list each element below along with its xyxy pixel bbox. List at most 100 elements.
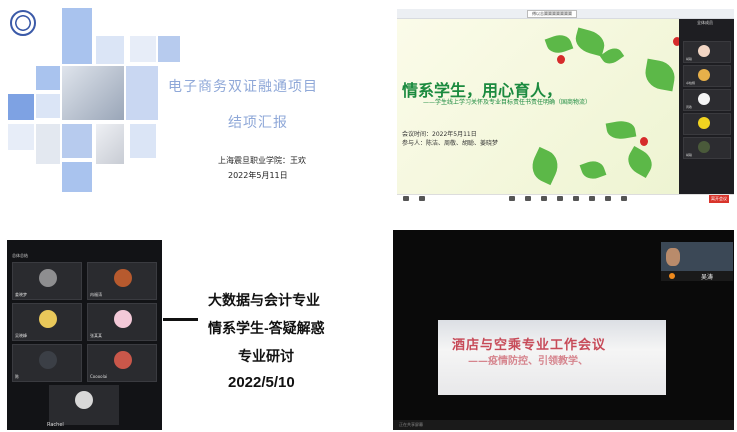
participant-sidebar-header: 全体成员 xyxy=(697,20,713,25)
participant-name: Rachel xyxy=(47,422,64,428)
slide-subtitle: ——疫情防控、引领教学、 xyxy=(468,356,588,367)
meeting-toolbar xyxy=(397,194,734,205)
project-subtitle: 结项汇报 xyxy=(228,115,288,131)
topic-subtitle: 专业研讨 xyxy=(238,348,294,364)
avatar xyxy=(39,351,57,369)
leaf-decoration xyxy=(544,31,574,57)
avatar xyxy=(698,117,710,129)
participant-tile-large[interactable] xyxy=(49,385,119,425)
settings-icon[interactable] xyxy=(621,196,627,201)
title-dash xyxy=(163,318,198,321)
participant-tile[interactable]: Coooolai xyxy=(87,344,157,382)
reactions-icon[interactable] xyxy=(573,196,579,201)
meeting-gallery-view: 总体总结 姜晓梦 冉福涛 吴晓峰 张某某 陈 Coooolai Rachel xyxy=(7,240,162,430)
share-status-text: 正在共享屏幕 xyxy=(399,422,423,427)
laptop-photo xyxy=(62,66,124,120)
avatar xyxy=(698,93,710,105)
avatar xyxy=(698,45,710,57)
participant-tile[interactable]: 周敬 xyxy=(683,89,731,111)
speaker-video xyxy=(666,248,680,266)
camera-icon[interactable] xyxy=(419,196,425,201)
participant-name: 冉福涛 xyxy=(90,292,102,297)
gallery-header: 总体总结 xyxy=(12,253,28,258)
participant-tile[interactable]: 陈 xyxy=(12,344,82,382)
deco-tile xyxy=(130,36,156,62)
share-status-bar xyxy=(393,420,734,430)
participant-tile[interactable]: 吴晓峰 xyxy=(12,303,82,341)
berry-decoration xyxy=(557,55,565,64)
avatar xyxy=(75,391,93,409)
avatar xyxy=(114,269,132,287)
speaker-label: 吴涛 xyxy=(661,271,733,281)
leaf-decoration xyxy=(623,145,657,179)
deco-tile xyxy=(126,66,158,120)
topic-major: 大数据与会计专业 xyxy=(208,292,320,308)
berry-decoration xyxy=(640,137,648,146)
apps-icon[interactable] xyxy=(589,196,595,201)
avatar xyxy=(698,141,710,153)
participant-tile[interactable]: 张某某 xyxy=(87,303,157,341)
participant-name: 胡聪 xyxy=(686,153,693,157)
avatar xyxy=(39,269,57,287)
participants-icon[interactable] xyxy=(525,196,531,201)
chat-icon[interactable] xyxy=(541,196,547,201)
participant-name: 周敬 xyxy=(686,105,693,109)
mic-active-icon xyxy=(669,273,675,279)
slide-sub-title: ——学生线上学习关怀及专业目标责任书责任明确（国商物流） xyxy=(423,99,592,106)
participant-name: 姜晓梦 xyxy=(15,292,27,297)
leaf-decoration xyxy=(605,118,637,142)
record-icon[interactable] xyxy=(557,196,563,201)
deco-tile xyxy=(158,36,180,62)
window-title-tab[interactable]: 傅以志翼翼翼翼翼翼翼 xyxy=(527,10,577,18)
deco-tile xyxy=(62,8,92,64)
deco-tile xyxy=(36,66,60,90)
participant-tile[interactable]: 姜晓梦 xyxy=(12,262,82,300)
participant-name: 卓柏翔 xyxy=(686,81,696,85)
deco-tile xyxy=(36,124,60,164)
shared-slide xyxy=(397,19,681,194)
participant-name: 吴晓峰 xyxy=(15,333,27,338)
slide-title: 酒店与空乘专业工作会议 xyxy=(452,338,607,353)
participant-tile[interactable]: 胡聪 xyxy=(683,41,731,63)
participant-name: 胡聪 xyxy=(686,57,693,61)
topic-date: 2022/5/10 xyxy=(228,374,295,391)
project-title: 电子商务双证融通项目 xyxy=(168,79,318,95)
participant-tile[interactable]: 卓柏翔 xyxy=(683,65,731,87)
meeting-time: 会议时间：2022年5月11日 xyxy=(402,131,477,138)
avatar xyxy=(114,310,132,328)
slide-panel-ecommerce: 电子商务双证融通项目 结项汇报 上海震旦职业学院：王欢 2022年5月11日 xyxy=(0,0,370,205)
meeting-window-logistics: 傅以志翼翼翼翼翼翼翼 情系学生，用心育人， ——学生线上学习关怀及专业目标责任书… xyxy=(397,9,734,205)
leaf-decoration xyxy=(642,58,678,92)
participant-tile[interactable]: 胡聪 xyxy=(683,137,731,159)
deco-tile xyxy=(130,124,156,158)
deco-tile xyxy=(62,124,92,158)
deco-tile xyxy=(96,36,124,64)
avatar xyxy=(114,351,132,369)
participant-name: 陈 xyxy=(15,374,19,379)
avatar xyxy=(698,69,710,81)
presentation-date: 2022年5月11日 xyxy=(228,171,288,180)
avatar xyxy=(39,310,57,328)
participant-name: Coooolai xyxy=(90,374,108,379)
speaker-name: 吴涛 xyxy=(701,274,714,281)
screen-share-view: 酒店与空乘专业工作会议 ——疫情防控、引领教学、 吴涛 正在共享屏幕 xyxy=(393,230,734,430)
participant-tile[interactable]: 冉福涛 xyxy=(87,262,157,300)
share-screen-icon[interactable] xyxy=(509,196,515,201)
meeting-participants: 参与人：陈洁、周敬、胡聪、姜晓梦 xyxy=(402,140,499,147)
presenter-org: 上海震旦职业学院：王欢 xyxy=(218,156,306,165)
deco-tile xyxy=(8,94,34,120)
leaf-decoration xyxy=(579,157,607,183)
shared-slide: 酒店与空乘专业工作会议 ——疫情防控、引领教学、 xyxy=(438,320,666,395)
participant-name: 张某某 xyxy=(90,333,102,338)
leave-meeting-button[interactable]: 离开会议 xyxy=(709,195,729,203)
view-icon[interactable] xyxy=(605,196,611,201)
deco-tile xyxy=(8,124,34,150)
participant-tile[interactable] xyxy=(683,113,731,135)
deco-tile xyxy=(62,162,92,192)
deco-tile xyxy=(36,94,60,118)
mic-icon[interactable] xyxy=(403,196,409,201)
deco-tile xyxy=(96,124,124,164)
leaf-decoration xyxy=(572,27,608,57)
university-logo-icon xyxy=(10,10,36,36)
topic-title: 情系学生-答疑解惑 xyxy=(208,320,325,336)
